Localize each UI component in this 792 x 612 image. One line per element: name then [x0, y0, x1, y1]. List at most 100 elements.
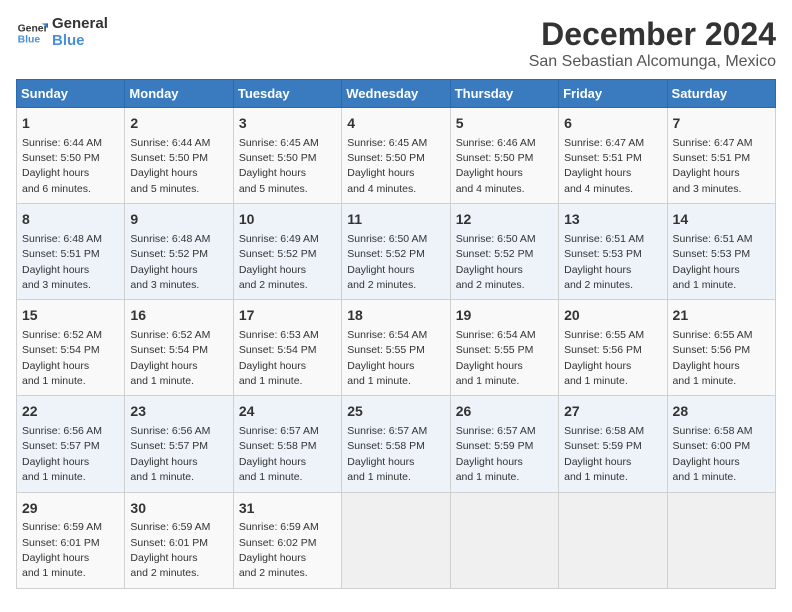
day-number: 29 [22, 499, 119, 519]
svg-text:Blue: Blue [18, 34, 41, 45]
calendar-cell: 2 Sunrise: 6:44 AMSunset: 5:50 PMDayligh… [125, 108, 233, 204]
calendar-cell: 9 Sunrise: 6:48 AMSunset: 5:52 PMDayligh… [125, 204, 233, 300]
day-number: 24 [239, 402, 336, 422]
calendar-header-thursday: Thursday [450, 80, 558, 108]
calendar-cell [559, 492, 667, 588]
day-info: Sunrise: 6:58 AMSunset: 5:59 PMDaylight … [564, 425, 644, 483]
day-number: 21 [673, 306, 770, 326]
day-info: Sunrise: 6:50 AMSunset: 5:52 PMDaylight … [347, 233, 427, 291]
day-info: Sunrise: 6:53 AMSunset: 5:54 PMDaylight … [239, 329, 319, 387]
day-info: Sunrise: 6:56 AMSunset: 5:57 PMDaylight … [22, 425, 102, 483]
calendar-cell [450, 492, 558, 588]
calendar-cell: 11 Sunrise: 6:50 AMSunset: 5:52 PMDaylig… [342, 204, 450, 300]
calendar-week-3: 15 Sunrise: 6:52 AMSunset: 5:54 PMDaylig… [17, 300, 776, 396]
day-number: 15 [22, 306, 119, 326]
logo-line2: Blue [52, 33, 108, 50]
day-number: 12 [456, 210, 553, 230]
day-info: Sunrise: 6:47 AMSunset: 5:51 PMDaylight … [564, 137, 644, 195]
calendar-cell: 16 Sunrise: 6:52 AMSunset: 5:54 PMDaylig… [125, 300, 233, 396]
day-number: 19 [456, 306, 553, 326]
day-info: Sunrise: 6:59 AMSunset: 6:01 PMDaylight … [22, 521, 102, 579]
day-number: 30 [130, 499, 227, 519]
day-info: Sunrise: 6:47 AMSunset: 5:51 PMDaylight … [673, 137, 753, 195]
calendar-cell: 6 Sunrise: 6:47 AMSunset: 5:51 PMDayligh… [559, 108, 667, 204]
day-info: Sunrise: 6:52 AMSunset: 5:54 PMDaylight … [130, 329, 210, 387]
calendar-cell: 24 Sunrise: 6:57 AMSunset: 5:58 PMDaylig… [233, 396, 341, 492]
day-info: Sunrise: 6:55 AMSunset: 5:56 PMDaylight … [564, 329, 644, 387]
day-number: 2 [130, 114, 227, 134]
calendar-cell: 10 Sunrise: 6:49 AMSunset: 5:52 PMDaylig… [233, 204, 341, 300]
calendar-cell: 7 Sunrise: 6:47 AMSunset: 5:51 PMDayligh… [667, 108, 775, 204]
calendar-cell: 12 Sunrise: 6:50 AMSunset: 5:52 PMDaylig… [450, 204, 558, 300]
calendar-cell: 20 Sunrise: 6:55 AMSunset: 5:56 PMDaylig… [559, 300, 667, 396]
day-info: Sunrise: 6:57 AMSunset: 5:59 PMDaylight … [456, 425, 536, 483]
calendar-header-sunday: Sunday [17, 80, 125, 108]
calendar-cell: 13 Sunrise: 6:51 AMSunset: 5:53 PMDaylig… [559, 204, 667, 300]
day-info: Sunrise: 6:57 AMSunset: 5:58 PMDaylight … [347, 425, 427, 483]
day-number: 18 [347, 306, 444, 326]
calendar-cell: 4 Sunrise: 6:45 AMSunset: 5:50 PMDayligh… [342, 108, 450, 204]
day-info: Sunrise: 6:51 AMSunset: 5:53 PMDaylight … [673, 233, 753, 291]
day-info: Sunrise: 6:56 AMSunset: 5:57 PMDaylight … [130, 425, 210, 483]
svg-text:General: General [18, 23, 48, 34]
day-number: 9 [130, 210, 227, 230]
day-number: 13 [564, 210, 661, 230]
day-number: 17 [239, 306, 336, 326]
calendar-cell: 23 Sunrise: 6:56 AMSunset: 5:57 PMDaylig… [125, 396, 233, 492]
calendar-cell: 29 Sunrise: 6:59 AMSunset: 6:01 PMDaylig… [17, 492, 125, 588]
day-info: Sunrise: 6:48 AMSunset: 5:52 PMDaylight … [130, 233, 210, 291]
calendar-cell: 22 Sunrise: 6:56 AMSunset: 5:57 PMDaylig… [17, 396, 125, 492]
calendar-cell: 3 Sunrise: 6:45 AMSunset: 5:50 PMDayligh… [233, 108, 341, 204]
page-header: General Blue General Blue December 2024 … [16, 16, 776, 71]
day-info: Sunrise: 6:49 AMSunset: 5:52 PMDaylight … [239, 233, 319, 291]
calendar-header-monday: Monday [125, 80, 233, 108]
day-info: Sunrise: 6:45 AMSunset: 5:50 PMDaylight … [239, 137, 319, 195]
day-number: 5 [456, 114, 553, 134]
day-number: 4 [347, 114, 444, 134]
day-number: 28 [673, 402, 770, 422]
page-subtitle: San Sebastian Alcomunga, Mexico [529, 53, 776, 71]
day-number: 31 [239, 499, 336, 519]
day-info: Sunrise: 6:58 AMSunset: 6:00 PMDaylight … [673, 425, 753, 483]
day-number: 26 [456, 402, 553, 422]
day-info: Sunrise: 6:44 AMSunset: 5:50 PMDaylight … [130, 137, 210, 195]
day-number: 23 [130, 402, 227, 422]
day-number: 11 [347, 210, 444, 230]
day-number: 20 [564, 306, 661, 326]
calendar-header-row: SundayMondayTuesdayWednesdayThursdayFrid… [17, 80, 776, 108]
calendar-cell: 14 Sunrise: 6:51 AMSunset: 5:53 PMDaylig… [667, 204, 775, 300]
calendar-week-4: 22 Sunrise: 6:56 AMSunset: 5:57 PMDaylig… [17, 396, 776, 492]
day-info: Sunrise: 6:46 AMSunset: 5:50 PMDaylight … [456, 137, 536, 195]
day-info: Sunrise: 6:50 AMSunset: 5:52 PMDaylight … [456, 233, 536, 291]
calendar-week-2: 8 Sunrise: 6:48 AMSunset: 5:51 PMDayligh… [17, 204, 776, 300]
calendar-week-1: 1 Sunrise: 6:44 AMSunset: 5:50 PMDayligh… [17, 108, 776, 204]
calendar-cell: 17 Sunrise: 6:53 AMSunset: 5:54 PMDaylig… [233, 300, 341, 396]
logo: General Blue General Blue [16, 16, 108, 49]
day-number: 10 [239, 210, 336, 230]
logo-line1: General [52, 16, 108, 33]
calendar-cell: 27 Sunrise: 6:58 AMSunset: 5:59 PMDaylig… [559, 396, 667, 492]
day-info: Sunrise: 6:54 AMSunset: 5:55 PMDaylight … [347, 329, 427, 387]
day-number: 3 [239, 114, 336, 134]
calendar-cell: 26 Sunrise: 6:57 AMSunset: 5:59 PMDaylig… [450, 396, 558, 492]
day-info: Sunrise: 6:54 AMSunset: 5:55 PMDaylight … [456, 329, 536, 387]
day-info: Sunrise: 6:59 AMSunset: 6:01 PMDaylight … [130, 521, 210, 579]
title-block: December 2024 San Sebastian Alcomunga, M… [529, 16, 776, 71]
calendar-cell: 30 Sunrise: 6:59 AMSunset: 6:01 PMDaylig… [125, 492, 233, 588]
day-number: 16 [130, 306, 227, 326]
day-info: Sunrise: 6:59 AMSunset: 6:02 PMDaylight … [239, 521, 319, 579]
calendar-cell: 5 Sunrise: 6:46 AMSunset: 5:50 PMDayligh… [450, 108, 558, 204]
calendar-cell: 8 Sunrise: 6:48 AMSunset: 5:51 PMDayligh… [17, 204, 125, 300]
day-info: Sunrise: 6:57 AMSunset: 5:58 PMDaylight … [239, 425, 319, 483]
day-number: 25 [347, 402, 444, 422]
day-number: 6 [564, 114, 661, 134]
calendar-header-friday: Friday [559, 80, 667, 108]
calendar-cell: 19 Sunrise: 6:54 AMSunset: 5:55 PMDaylig… [450, 300, 558, 396]
calendar-header-tuesday: Tuesday [233, 80, 341, 108]
day-info: Sunrise: 6:45 AMSunset: 5:50 PMDaylight … [347, 137, 427, 195]
calendar-cell: 15 Sunrise: 6:52 AMSunset: 5:54 PMDaylig… [17, 300, 125, 396]
day-number: 14 [673, 210, 770, 230]
calendar-header-wednesday: Wednesday [342, 80, 450, 108]
day-number: 8 [22, 210, 119, 230]
page-title: December 2024 [529, 16, 776, 53]
